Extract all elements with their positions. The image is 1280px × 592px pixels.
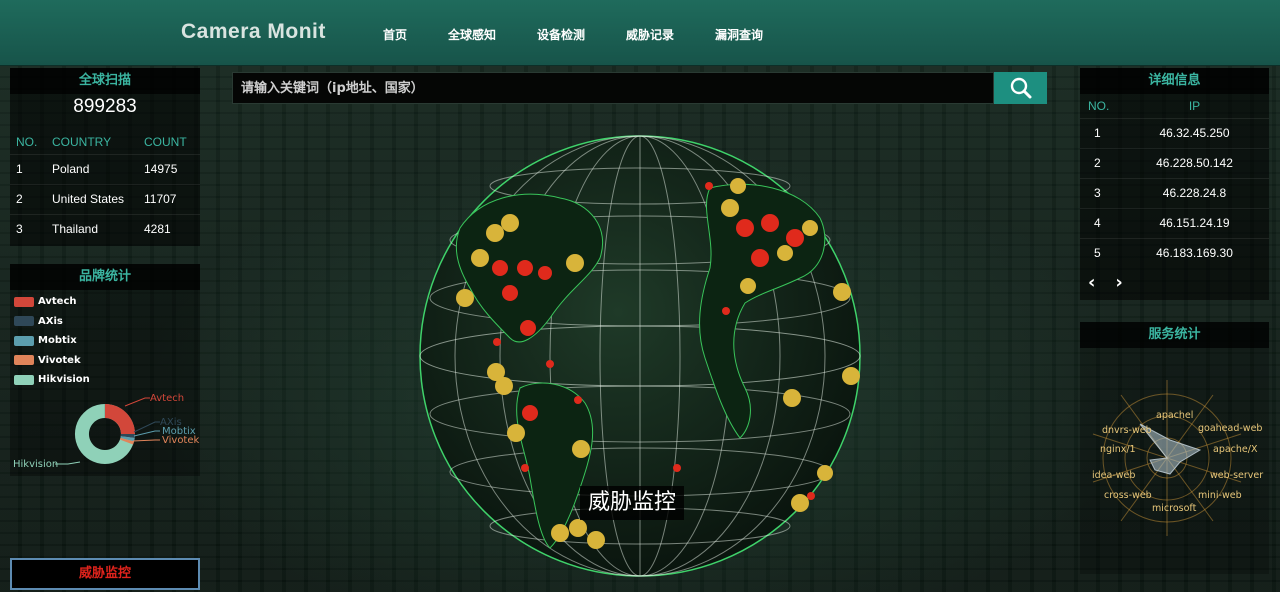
- row-country: Poland: [52, 153, 144, 184]
- row-count: 4281: [144, 213, 200, 244]
- table-header-row: NO. COUNTRY COUNT: [10, 130, 200, 154]
- table-row[interactable]: 2 46.228.50.142: [1080, 147, 1269, 178]
- nav-device-detection[interactable]: 设备检测: [537, 26, 585, 43]
- row-count: 14975: [144, 153, 200, 184]
- legend-label: Mobtix: [38, 335, 77, 347]
- legend-swatch: [14, 316, 34, 327]
- nav-global-perception[interactable]: 全球感知: [448, 26, 496, 43]
- table-row[interactable]: 1 46.32.45.250: [1080, 117, 1269, 148]
- table-header-row: NO. IP: [1080, 94, 1269, 118]
- table-row[interactable]: 4 46.151.24.19: [1080, 207, 1269, 238]
- service-stats-title: 服务统计: [1080, 322, 1269, 348]
- table-row[interactable]: 3 Thailand 4281: [10, 213, 200, 244]
- legend-swatch: [14, 355, 34, 366]
- col-no: NO.: [16, 134, 38, 149]
- radar-label: goahead-web: [1198, 423, 1262, 434]
- nav-vuln-search[interactable]: 漏洞查询: [715, 26, 763, 43]
- donut-label-vivotek: Vivotek: [162, 435, 200, 446]
- app-logo[interactable]: Camera Monit: [181, 20, 326, 44]
- row-no: 3: [10, 213, 52, 244]
- radar-label: apachel: [1156, 410, 1193, 421]
- search-button[interactable]: [994, 72, 1047, 104]
- detail-panel: 详细信息 NO. IP 1 46.32.45.250 2 46.228.50.142…: [1080, 68, 1269, 300]
- legend-label: Avtech: [38, 296, 77, 308]
- legend-label: AXis: [38, 315, 63, 327]
- brand-stats-panel: 品牌统计 Avtech AXis Mobtix Vivotek Hikvisio…: [10, 264, 200, 476]
- legend-swatch: [14, 335, 34, 346]
- table-row[interactable]: 3 46.228.24.8: [1080, 177, 1269, 208]
- row-no: 4: [1080, 207, 1120, 238]
- row-count: 11707: [144, 183, 200, 214]
- pager: ‹ ›: [1080, 268, 1269, 296]
- radar-label: mini-web: [1198, 490, 1242, 501]
- col-count: COUNT: [144, 134, 187, 149]
- threat-monitor-button[interactable]: 威胁监控: [10, 558, 200, 590]
- legend-item[interactable]: AXis: [10, 312, 200, 332]
- col-country: COUNTRY: [52, 134, 112, 149]
- row-no: 2: [1080, 147, 1120, 178]
- radar-label: apache/X: [1213, 444, 1258, 455]
- detail-title: 详细信息: [1080, 68, 1269, 94]
- row-ip: 46.228.24.8: [1120, 177, 1269, 208]
- legend-label: Vivotek: [38, 354, 81, 366]
- table-row[interactable]: 1 Poland 14975: [10, 153, 200, 184]
- row-no: 1: [10, 153, 52, 184]
- prev-page-icon[interactable]: ‹: [1088, 272, 1095, 293]
- row-country: United States: [52, 183, 144, 214]
- top-header: Camera Monit 首页 全球感知 设备检测 威胁记录 漏洞查询: [0, 0, 1280, 66]
- legend-item[interactable]: Vivotek: [10, 351, 200, 371]
- donut-slice-avtech[interactable]: [105, 404, 135, 434]
- table-row[interactable]: 2 United States 11707: [10, 183, 200, 214]
- nav-home[interactable]: 首页: [383, 26, 407, 43]
- global-scan-panel: 全球扫描 899283 NO. COUNTRY COUNT 1 Poland 1…: [10, 68, 200, 246]
- col-no: NO.: [1088, 98, 1110, 113]
- radar-label: microsoft: [1152, 503, 1197, 514]
- row-no: 5: [1080, 237, 1120, 268]
- row-no: 2: [10, 183, 52, 214]
- ip-table: NO. IP 1 46.32.45.250 2 46.228.50.142 3 46.…: [1080, 94, 1269, 268]
- radar-label: cross-web: [1104, 490, 1152, 501]
- row-ip: 46.228.50.142: [1120, 147, 1269, 178]
- globe-overlay-label: 威胁监控: [580, 486, 685, 520]
- next-page-icon[interactable]: ›: [1115, 272, 1122, 293]
- global-scan-title: 全球扫描: [10, 68, 200, 94]
- row-ip: 46.151.24.19: [1120, 207, 1269, 238]
- row-country: Thailand: [52, 213, 144, 244]
- radar-label: dnvrs-web: [1102, 425, 1152, 436]
- col-ip: IP: [1188, 98, 1201, 113]
- row-no: 3: [1080, 177, 1120, 208]
- brand-legend: Avtech AXis Mobtix Vivotek Hikvision: [10, 292, 200, 390]
- search-icon: [1010, 77, 1031, 99]
- row-ip: 46.32.45.250: [1120, 117, 1269, 148]
- search-input[interactable]: [232, 72, 994, 104]
- global-scan-total: 899283: [73, 96, 137, 117]
- table-row[interactable]: 5 46.183.169.30: [1080, 237, 1269, 268]
- threat-globe[interactable]: [400, 128, 870, 592]
- donut-label-avtech: Avtech: [150, 393, 184, 404]
- legend-item[interactable]: Avtech: [10, 292, 200, 312]
- brand-stats-title: 品牌统计: [10, 264, 200, 290]
- radar-label: idea-web: [1092, 470, 1135, 481]
- row-no: 1: [1080, 117, 1120, 148]
- service-stats-panel: 服务统计 apachel goahead-web apache/X web-se…: [1080, 322, 1269, 574]
- brand-donut-chart: Avtech AXis Mobtix Vivotek Hikvision: [13, 393, 200, 470]
- country-table: NO. COUNTRY COUNT 1 Poland 14975 2 Unite…: [10, 130, 200, 244]
- nav-threat-records[interactable]: 威胁记录: [626, 26, 674, 43]
- radar-label: web-server: [1210, 470, 1263, 481]
- legend-item[interactable]: Mobtix: [10, 331, 200, 351]
- legend-swatch: [14, 296, 34, 307]
- radar-label: nginx/1: [1100, 444, 1136, 455]
- service-radar-chart: apachel goahead-web apache/X web-server …: [1092, 380, 1263, 536]
- donut-label-hikvision: Hikvision: [13, 459, 58, 470]
- row-ip: 46.183.169.30: [1120, 237, 1269, 268]
